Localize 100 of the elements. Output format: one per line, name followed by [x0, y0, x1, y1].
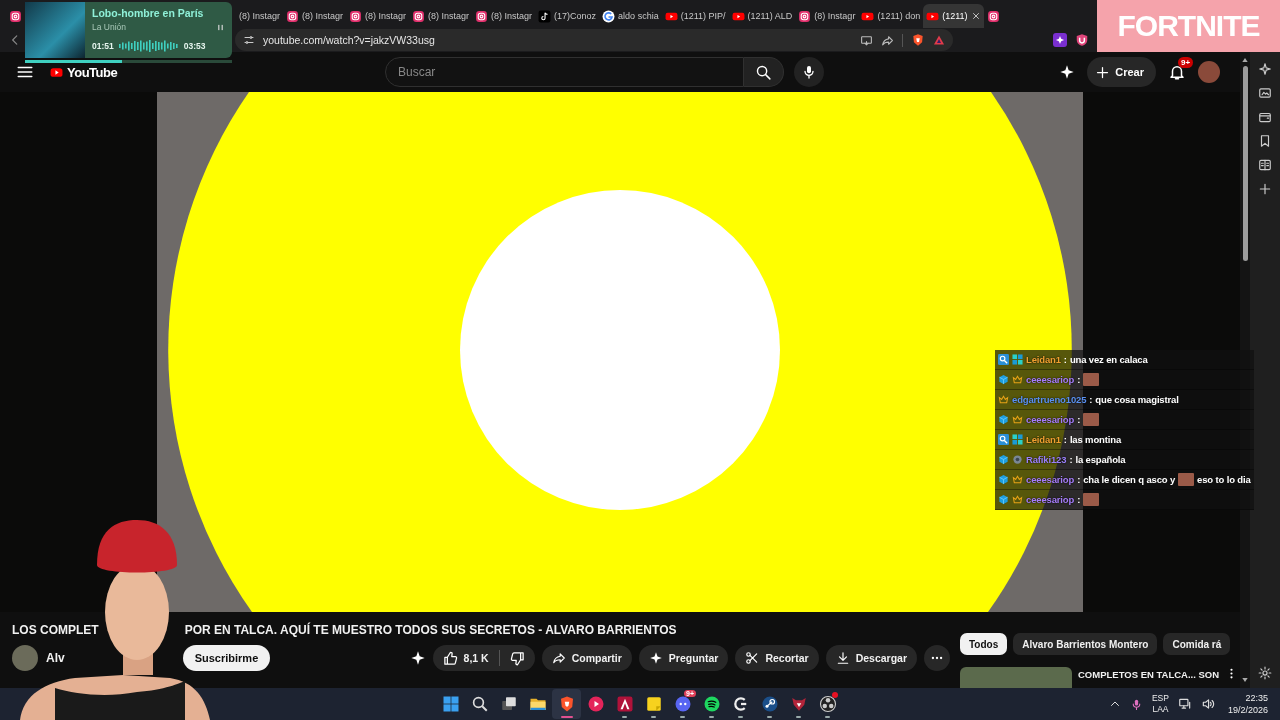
play-logo-icon[interactable]: [48, 65, 65, 79]
emote-image: [1178, 473, 1195, 486]
camera-icon: [986, 9, 1000, 23]
camera-icon: [412, 9, 426, 23]
speaker-icon[interactable]: [1200, 697, 1215, 711]
triangle-icon[interactable]: [933, 34, 945, 46]
language-indicator[interactable]: ESP LAA: [1151, 693, 1169, 715]
separator-text: :: [1063, 354, 1067, 365]
message-text: una vez en calaca: [1069, 354, 1148, 365]
plus-icon: [1095, 64, 1111, 80]
star-square-icon[interactable]: [1053, 33, 1067, 47]
notification-badge: 9+: [1178, 57, 1194, 68]
browser-tab[interactable]: (17)Conoz: [535, 4, 600, 28]
duration-time: 03:53: [183, 41, 206, 51]
song-title: Lobo-hombre en París: [92, 7, 204, 19]
alert-dot: [832, 692, 838, 698]
crown-icon: [1012, 414, 1023, 425]
pause-icon[interactable]: [216, 23, 225, 32]
browser-tab[interactable]: (8) Instagr: [795, 4, 859, 28]
username[interactable]: Leidan1: [1026, 354, 1061, 365]
cube-icon: [998, 474, 1009, 485]
address-bar[interactable]: youtube.com/watch?v=jakzVW33usg: [235, 29, 953, 51]
running-indicator: [680, 716, 685, 718]
search-field[interactable]: Buscar: [385, 57, 744, 87]
running-indicator: [622, 716, 627, 718]
browser-tab[interactable]: (8) Instagr: [283, 4, 347, 28]
action-button[interactable]: Preguntar: [638, 645, 729, 671]
share-icon[interactable]: [881, 33, 894, 47]
separator-text: :: [1077, 494, 1081, 505]
ad-text: FORTNITE: [1117, 9, 1260, 43]
time-text: 22:35: [1245, 692, 1268, 704]
browser-tab[interactable]: aldo schia: [599, 4, 662, 28]
browser-tab[interactable]: (1211): [923, 4, 984, 28]
camera-icon: [349, 9, 363, 23]
running-indicator: [767, 716, 772, 718]
crown-icon: [1012, 474, 1023, 485]
browser-tab[interactable]: (8) Instagr: [236, 4, 283, 28]
channel-name[interactable]: Alv: [46, 651, 65, 665]
recommended-title[interactable]: COMPLETOS EN TALCA... SON: [1078, 667, 1220, 683]
add-icon[interactable]: [1258, 182, 1272, 196]
filter-chip[interactable]: Comida rá: [1163, 633, 1231, 655]
browser-tab[interactable]: (1211) PIP/: [661, 4, 729, 28]
cube-icon: [998, 494, 1009, 505]
username[interactable]: ceeesariop: [1026, 494, 1075, 505]
close-icon[interactable]: [970, 11, 981, 21]
settings-icon[interactable]: [1258, 666, 1272, 680]
orb-icon: [1012, 454, 1023, 465]
taskbar-button[interactable]: [552, 689, 581, 719]
mic-icon: [801, 64, 817, 80]
browser-tab[interactable]: (8) Instagr: [409, 4, 473, 28]
filter-chip[interactable]: Todos: [960, 633, 1008, 655]
crown-icon: [998, 394, 1009, 405]
running-indicator: [709, 716, 714, 718]
wallet-icon[interactable]: [1258, 110, 1272, 124]
album-art: [25, 2, 85, 58]
sticky-note-icon: [644, 695, 663, 713]
scroll-down-icon[interactable]: [1241, 676, 1249, 684]
action-button[interactable]: Recortar: [735, 645, 819, 671]
notifications-button[interactable]: [1168, 63, 1186, 81]
message-text: la española: [1075, 454, 1126, 465]
running-indicator: [738, 716, 743, 718]
channel-avatar[interactable]: [12, 645, 38, 671]
logo-text[interactable]: YouTube: [67, 64, 118, 80]
window-grid-icon: [441, 695, 460, 713]
scrollbar-thumb[interactable]: [1242, 66, 1248, 261]
separator-text: :: [1089, 394, 1093, 405]
browser-tab[interactable]: (8) Instagr: [472, 4, 536, 28]
separator-text: :: [1069, 454, 1073, 465]
url-text: youtube.com/watch?v=jakzVW33usg: [263, 34, 435, 46]
avatar[interactable]: [1198, 61, 1220, 83]
bookmark-icon[interactable]: [1258, 134, 1272, 148]
video-thumbnail[interactable]: [960, 667, 1072, 688]
browser-tab[interactable]: (1211) ALD: [728, 4, 796, 28]
running-indicator: [825, 716, 830, 718]
action-button[interactable]: Compartir: [541, 645, 632, 671]
lion-shield-icon[interactable]: [911, 33, 925, 47]
cube-icon: [998, 414, 1009, 425]
action-button[interactable]: Descargar: [825, 645, 917, 671]
shield-icon[interactable]: [1075, 33, 1089, 47]
subscribe-button[interactable]: Suscribirme: [182, 645, 271, 671]
like-button[interactable]: 8,1 K: [432, 645, 499, 671]
search-button[interactable]: [744, 57, 784, 87]
scroll-up-icon[interactable]: [1241, 56, 1249, 64]
browser-tab[interactable]: (8) Instagr: [346, 4, 410, 28]
browser-tab[interactable]: (1211) don: [858, 4, 924, 28]
filter-chip[interactable]: Alvaro Barrientos Montero: [1013, 633, 1158, 655]
clock[interactable]: 22:35 19/2/2026: [1227, 692, 1268, 716]
list-icon[interactable]: [1258, 158, 1272, 172]
screen-icon[interactable]: [1258, 86, 1272, 100]
sparkle-icon[interactable]: [1258, 62, 1272, 76]
username[interactable]: Leidan1: [1026, 434, 1061, 445]
cast-icon[interactable]: [860, 33, 873, 47]
bell-icon: [1168, 63, 1186, 81]
network-icon[interactable]: [1177, 697, 1192, 711]
voice-search-button[interactable]: [794, 57, 824, 87]
tune-icon[interactable]: [243, 34, 255, 46]
create-button[interactable]: Crear: [1087, 57, 1156, 87]
search-icon: [470, 695, 489, 713]
separator-text: :: [1077, 414, 1081, 425]
message-text: cha le dicen q asco y: [1083, 474, 1176, 485]
